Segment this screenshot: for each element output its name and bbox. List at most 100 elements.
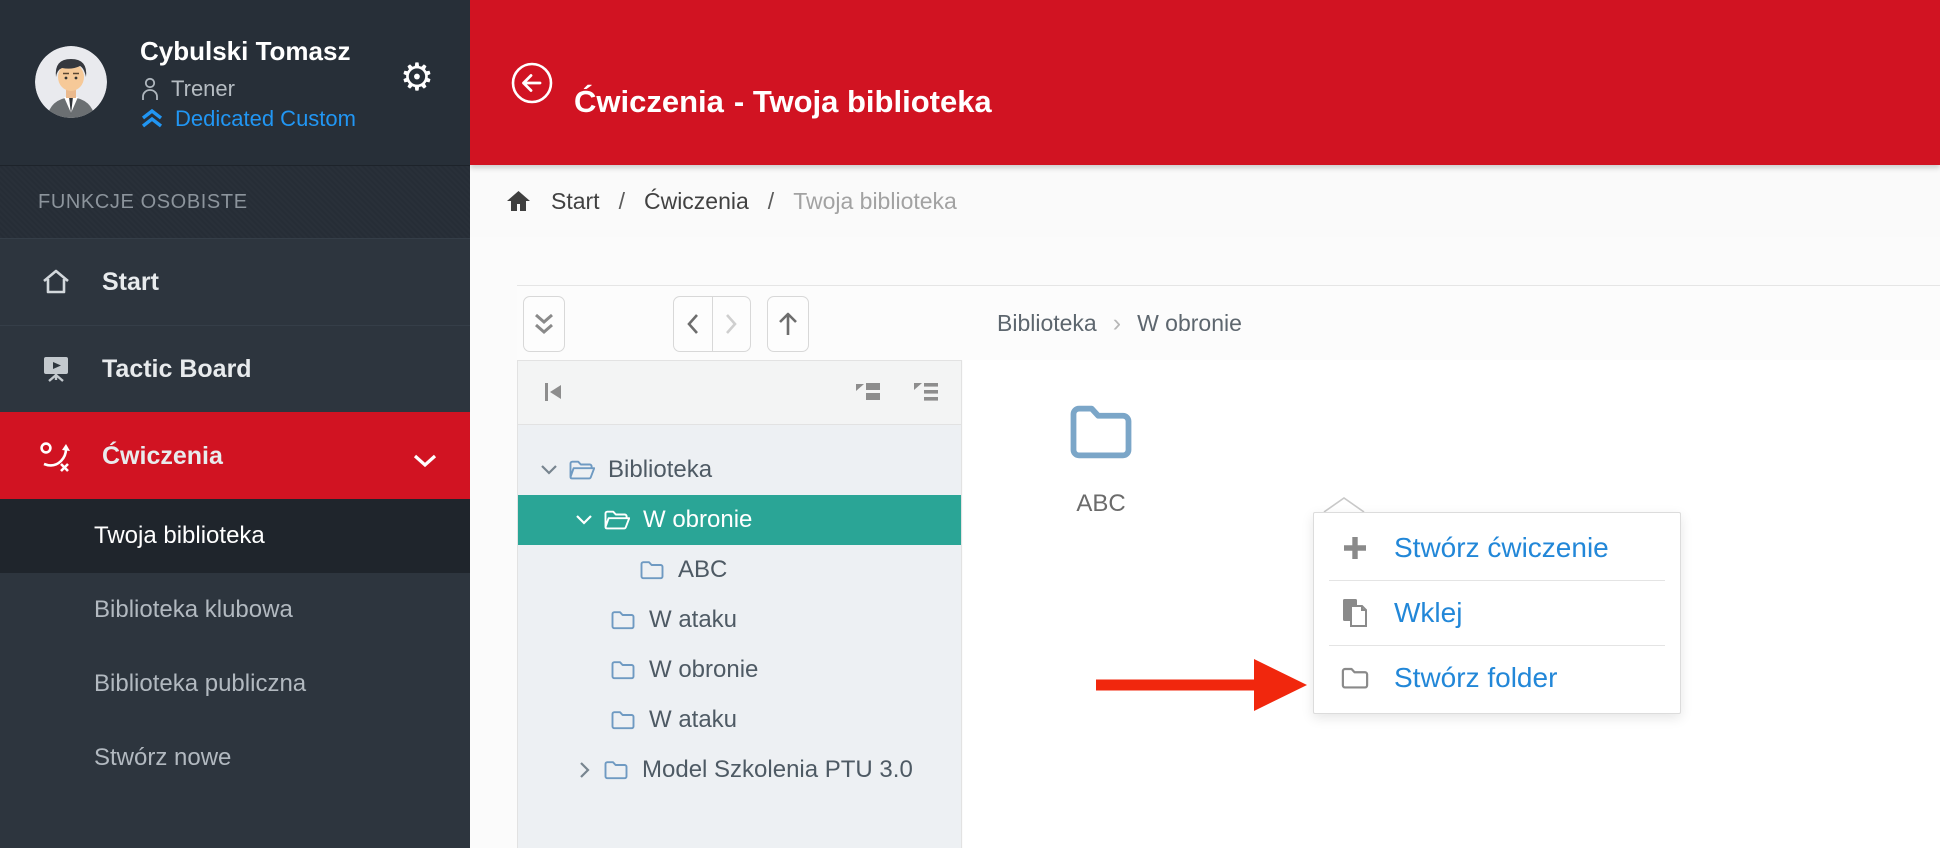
- user-profile: Cybulski Tomasz Trener Dedicated Custom …: [0, 0, 470, 166]
- tree-item-biblioteka[interactable]: Biblioteka: [518, 445, 961, 495]
- path-item-biblioteka[interactable]: Biblioteka: [997, 310, 1097, 337]
- user-name: Cybulski Tomasz: [140, 36, 350, 67]
- breadcrumb-item-cwiczenia[interactable]: Ćwiczenia: [644, 188, 749, 215]
- plan-label: Dedicated Custom: [175, 106, 356, 132]
- menu-item-stworz-folder[interactable]: Stwórz folder: [1314, 646, 1680, 710]
- page-title: Ćwiczenia - Twoja biblioteka: [574, 84, 992, 120]
- folder-tree-panel: Biblioteka W obronie ABC W ataku: [517, 360, 962, 848]
- sidebar-subitem-biblioteka-publiczna[interactable]: Biblioteka publiczna: [0, 647, 470, 721]
- exercises-tactics-icon: [38, 440, 74, 472]
- home-outline-icon: [38, 267, 74, 297]
- tree-item-w-obronie-selected[interactable]: W obronie: [518, 495, 961, 545]
- sidebar: Cybulski Tomasz Trener Dedicated Custom …: [0, 0, 470, 848]
- nav-back-button[interactable]: [674, 297, 713, 351]
- breadcrumb-item-current: Twoja biblioteka: [793, 188, 957, 215]
- main-area: Ćwiczenia - Twoja biblioteka Start / Ćwic…: [470, 0, 1940, 848]
- collapse-all-icon[interactable]: [853, 378, 883, 411]
- back-button[interactable]: [510, 61, 554, 105]
- avatar[interactable]: [35, 46, 107, 118]
- breadcrumb-separator: /: [768, 188, 774, 215]
- folder-icon: [639, 559, 665, 581]
- plus-icon: [1340, 533, 1370, 563]
- expand-all-icon[interactable]: [911, 378, 941, 411]
- create-folder-icon: [1340, 665, 1370, 691]
- tree-item-abc[interactable]: ABC: [518, 545, 961, 595]
- chevron-down-icon: [412, 447, 438, 476]
- double-chevron-down-icon: [531, 311, 557, 337]
- location-path: Biblioteka › W obronie: [997, 309, 1242, 338]
- chevron-left-icon: [685, 312, 701, 336]
- sidebar-subitem-biblioteka-klubowa[interactable]: Biblioteka klubowa: [0, 573, 470, 647]
- folder-tile-label: ABC: [1036, 490, 1166, 518]
- folder-icon: [610, 659, 636, 681]
- page-header: Ćwiczenia - Twoja biblioteka: [470, 0, 1940, 165]
- sidebar-section-label: FUNKCJE OSOBISTE: [0, 166, 470, 238]
- folder-icon: [610, 609, 636, 631]
- tree-item-label: W obronie: [643, 506, 752, 534]
- sidebar-item-cwiczenia[interactable]: Ćwiczenia: [0, 412, 470, 499]
- sidebar-item-label: Ćwiczenia: [102, 442, 223, 471]
- user-role-row: Trener: [140, 76, 235, 102]
- path-item-current: W obronie: [1137, 310, 1242, 337]
- tree-item-label: Biblioteka: [608, 456, 712, 484]
- sidebar-subitem-stworz-nowe[interactable]: Stwórz nowe: [0, 721, 470, 795]
- breadcrumb: Start / Ćwiczenia / Twoja biblioteka: [470, 165, 1940, 237]
- folder-contents-pane: ABC Stwórz ćwiczenie: [963, 360, 1940, 848]
- tree-item-label: W ataku: [649, 706, 737, 734]
- tree-item-label: ABC: [678, 556, 727, 584]
- menu-item-label: Stwórz ćwiczenie: [1394, 532, 1609, 564]
- sidebar-item-start[interactable]: Start: [0, 238, 470, 325]
- chevron-right-icon: [723, 312, 739, 336]
- history-nav-group: [673, 296, 751, 352]
- folder-icon-large: [1068, 403, 1134, 461]
- tree-item-w-ataku-2[interactable]: W ataku: [518, 695, 961, 745]
- folder-icon: [603, 759, 629, 781]
- context-menu: Stwórz ćwiczenie Wklej: [1313, 512, 1681, 714]
- tree-panel-header: [518, 361, 961, 425]
- settings-gear-icon[interactable]: ⚙: [400, 58, 434, 96]
- sidebar-item-tactic-board[interactable]: Tactic Board: [0, 325, 470, 412]
- menu-item-label: Stwórz folder: [1394, 662, 1557, 694]
- app-root: Cybulski Tomasz Trener Dedicated Custom …: [0, 0, 1940, 848]
- user-role: Trener: [171, 76, 235, 102]
- breadcrumb-item-start[interactable]: Start: [551, 188, 600, 215]
- page-title-sub: - Twoja biblioteka: [734, 84, 992, 119]
- page-title-section: Ćwiczenia: [574, 84, 724, 119]
- folder-tree: Biblioteka W obronie ABC W ataku: [518, 425, 961, 795]
- collapse-sidebar-tree-icon[interactable]: [540, 378, 566, 411]
- double-chevron-up-icon: [140, 108, 164, 130]
- folder-tile-abc[interactable]: ABC: [1036, 403, 1166, 518]
- go-up-button[interactable]: [767, 296, 809, 352]
- home-icon: [505, 189, 532, 213]
- breadcrumb-separator: /: [619, 188, 625, 215]
- folder-open-icon: [568, 459, 595, 481]
- tree-item-label: W obronie: [649, 656, 758, 684]
- library-toolbar: Biblioteka › W obronie: [517, 285, 1940, 361]
- arrow-up-icon: [776, 310, 800, 338]
- chevron-down-icon[interactable]: [539, 464, 559, 476]
- folder-icon: [610, 709, 636, 731]
- tree-item-model-szkolenia[interactable]: Model Szkolenia PTU 3.0: [518, 745, 961, 795]
- menu-item-wklej[interactable]: Wklej: [1314, 581, 1680, 645]
- tree-item-label: W ataku: [649, 606, 737, 634]
- collapse-panel-button[interactable]: [523, 296, 565, 352]
- chevron-right-icon[interactable]: [574, 761, 594, 779]
- tree-item-label: Model Szkolenia PTU 3.0: [642, 756, 913, 784]
- avatar-image: [35, 46, 107, 118]
- sidebar-item-label: Tactic Board: [102, 355, 252, 384]
- folder-open-icon: [603, 509, 630, 531]
- menu-item-stworz-cwiczenie[interactable]: Stwórz ćwiczenie: [1314, 516, 1680, 580]
- chevron-down-icon[interactable]: [574, 514, 594, 526]
- annotation-arrow-right: [1096, 657, 1308, 713]
- tree-item-w-ataku[interactable]: W ataku: [518, 595, 961, 645]
- sidebar-subitem-twoja-biblioteka[interactable]: Twoja biblioteka: [0, 499, 470, 573]
- tactic-board-icon: [38, 354, 74, 384]
- path-separator: ›: [1113, 309, 1121, 338]
- sidebar-nav: Start Tactic Board: [0, 238, 470, 795]
- plan-link[interactable]: Dedicated Custom: [140, 106, 356, 132]
- paste-icon: [1340, 597, 1370, 629]
- sidebar-submenu: Twoja biblioteka Biblioteka klubowa Bibl…: [0, 499, 470, 795]
- sidebar-item-label: Start: [102, 268, 159, 297]
- tree-item-w-obronie-2[interactable]: W obronie: [518, 645, 961, 695]
- nav-forward-button-disabled[interactable]: [713, 297, 751, 351]
